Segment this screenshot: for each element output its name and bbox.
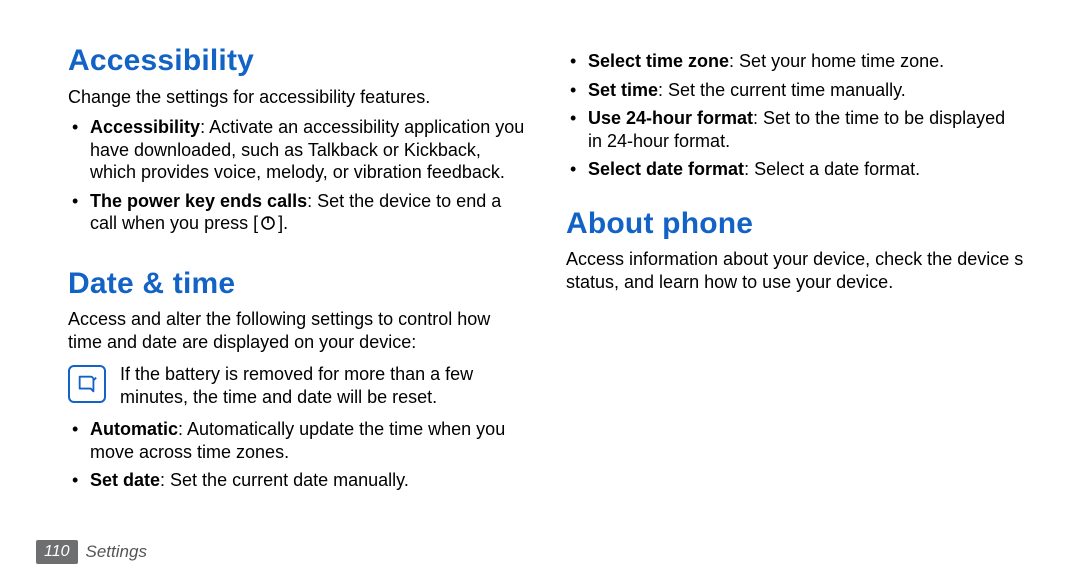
list-item: Set time: Set the current time manually. bbox=[570, 79, 1024, 102]
accessibility-list: Accessibility: Activate an accessibility… bbox=[68, 116, 526, 235]
datetime-list-right: Select time zone: Set your home time zon… bbox=[566, 50, 1024, 181]
page-number-badge: 110 bbox=[36, 540, 78, 564]
item-label: Select date format bbox=[588, 159, 744, 179]
item-desc: : Select a date format. bbox=[744, 159, 920, 179]
item-label: The power key ends calls bbox=[90, 191, 307, 211]
heading-about-phone: About phone bbox=[566, 205, 1024, 243]
note-icon bbox=[68, 365, 106, 403]
page-footer: 110 Settings bbox=[36, 540, 147, 564]
heading-accessibility: Accessibility bbox=[68, 42, 526, 80]
datetime-intro: Access and alter the following settings … bbox=[68, 308, 526, 353]
item-desc: : Set the current time manually. bbox=[658, 80, 906, 100]
list-item: Automatic: Automatically update the time… bbox=[72, 418, 526, 463]
item-desc: : Set your home time zone. bbox=[729, 51, 944, 71]
list-item: Accessibility: Activate an accessibility… bbox=[72, 116, 526, 184]
list-item: Select time zone: Set your home time zon… bbox=[570, 50, 1024, 73]
list-item: Select date format: Select a date format… bbox=[570, 158, 1024, 181]
left-column: Accessibility Change the settings for ac… bbox=[68, 42, 526, 586]
right-column: Select time zone: Set your home time zon… bbox=[566, 42, 1024, 586]
item-label: Accessibility bbox=[90, 117, 200, 137]
item-label: Set time bbox=[588, 80, 658, 100]
footer-section: Settings bbox=[86, 541, 147, 562]
heading-date-time: Date & time bbox=[68, 265, 526, 303]
item-label: Select time zone bbox=[588, 51, 729, 71]
manual-page: Accessibility Change the settings for ac… bbox=[0, 0, 1080, 586]
note-text: If the battery is removed for more than … bbox=[120, 363, 526, 408]
item-desc-b: ]. bbox=[278, 213, 288, 233]
list-item: Set date: Set the current date manually. bbox=[72, 469, 526, 492]
power-icon bbox=[260, 215, 276, 231]
datetime-list-left: Automatic: Automatically update the time… bbox=[68, 418, 526, 492]
list-item: Use 24-hour format: Set to the time to b… bbox=[570, 107, 1024, 152]
item-label: Use 24-hour format bbox=[588, 108, 753, 128]
note: If the battery is removed for more than … bbox=[68, 363, 526, 408]
about-intro: Access information about your device, ch… bbox=[566, 248, 1024, 293]
item-label: Automatic bbox=[90, 419, 178, 439]
accessibility-intro: Change the settings for accessibility fe… bbox=[68, 86, 526, 109]
item-label: Set date bbox=[90, 470, 160, 490]
list-item: The power key ends calls: Set the device… bbox=[72, 190, 526, 235]
item-desc: : Set the current date manually. bbox=[160, 470, 409, 490]
